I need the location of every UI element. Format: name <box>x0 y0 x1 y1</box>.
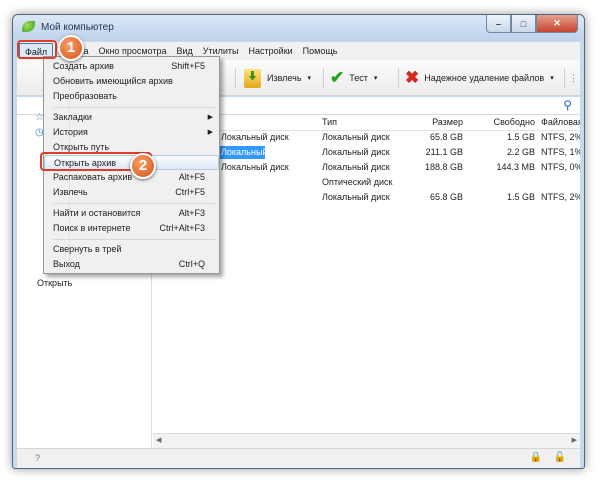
drive-type: Локальный диск <box>322 162 390 172</box>
drive-free: 2.2 GB <box>506 147 535 157</box>
extract-label: Извлечь <box>267 73 302 83</box>
menu-item-minimize-to-tray[interactable]: Свернуть в трей <box>44 242 219 257</box>
step-1-callout: 1 <box>58 35 84 61</box>
drive-size: 188.8 GB <box>424 162 463 172</box>
secure-delete-label: Надежное удаление файлов <box>424 73 545 83</box>
unlock-icon: 🔓 <box>553 452 566 463</box>
search-icon[interactable]: ⚲ <box>563 98 572 112</box>
menu-separator <box>53 203 215 204</box>
menu-item-label: Обновить имеющийся архив <box>53 76 173 86</box>
drive-type: Локальный диск <box>322 147 390 157</box>
menu-item-history[interactable]: ◷ История ▶ <box>35 125 219 140</box>
drive-name: Локальный диск <box>221 147 289 157</box>
menu-item-label: Поиск в интернете <box>53 223 131 233</box>
window-controls: – □ ✕ <box>486 15 578 33</box>
menu-item-shortcut: Ctrl+F5 <box>175 187 205 197</box>
drive-type: Оптический диск <box>322 177 393 187</box>
menu-item-label: Преобразовать <box>53 91 117 101</box>
extract-button[interactable]: Извлечь ▾ <box>244 65 311 91</box>
extract-folder-icon <box>244 68 261 88</box>
tree-item-open[interactable]: Открыть <box>37 278 72 288</box>
maximize-button[interactable]: □ <box>511 15 536 33</box>
submenu-arrow-icon: ▶ <box>207 129 213 136</box>
step-2-callout: 2 <box>130 153 156 179</box>
drive-free: 144.3 MB <box>496 162 535 172</box>
menu-item-label: Распаковать архив <box>53 172 133 182</box>
drive-fs: NTFS, 0% <box>541 162 580 172</box>
menu-item-convert[interactable]: Преобразовать <box>44 89 219 104</box>
toolbar-separator <box>398 68 399 88</box>
drive-free: 1.5 GB <box>506 132 535 142</box>
menu-item-shortcut: Shift+F5 <box>171 61 205 71</box>
help-indicator[interactable]: ? <box>35 453 40 463</box>
test-button[interactable]: ✔ Тест ▾ <box>330 65 377 91</box>
star-icon: ☆ <box>35 112 44 123</box>
drive-free: 1.5 GB <box>506 192 535 202</box>
menu-item-bookmarks[interactable]: ☆ Закладки ▶ <box>35 110 219 125</box>
drive-size: 211.1 GB <box>425 147 463 157</box>
file-menu-highlight-frame <box>17 40 57 59</box>
menu-separator <box>53 107 215 108</box>
secure-delete-button[interactable]: ✖ Надежное удаление файлов ▾ <box>405 65 554 91</box>
menu-item-update-archive[interactable]: Обновить имеющийся архив <box>44 74 219 89</box>
menu-item-label: Извлечь <box>53 187 88 197</box>
menu-item-label: Закладки <box>53 112 92 122</box>
drive-type: Локальный диск <box>322 192 390 202</box>
minimize-button[interactable]: – <box>486 15 511 33</box>
secure-delete-dropdown-icon[interactable]: ▾ <box>550 74 554 82</box>
menu-item-label: Свернуть в трей <box>53 244 122 254</box>
clock-icon: ◷ <box>35 127 44 138</box>
drive-name: Локальный диск <box>221 162 289 172</box>
window-title: Мой компьютер <box>41 22 114 33</box>
menu-item-label: Выход <box>53 259 80 269</box>
menu-item-extract[interactable]: Извлечь Ctrl+F5 <box>44 185 219 200</box>
scroll-right-icon[interactable]: ▶ <box>572 436 577 444</box>
drive-size: 65.8 GB <box>429 192 463 202</box>
delete-x-icon: ✖ <box>405 68 420 87</box>
submenu-arrow-icon: ▶ <box>207 114 213 121</box>
menu-help[interactable]: Помощь <box>298 43 343 59</box>
column-type[interactable]: Тип <box>322 115 337 130</box>
toolbar-separator <box>323 68 324 88</box>
drive-size: 65.8 GB <box>429 132 463 142</box>
app-leaf-icon <box>22 21 35 32</box>
drive-type: Локальный диск <box>322 132 390 142</box>
menu-item-shortcut: Ctrl+Q <box>178 259 205 269</box>
drive-fs: NTFS, 1% <box>541 147 580 157</box>
test-label: Тест <box>349 73 368 83</box>
menu-item-create-archive[interactable]: Создать архив Shift+F5 <box>44 59 219 74</box>
checkmark-icon: ✔ <box>330 68 345 87</box>
column-free[interactable]: Свободно <box>483 115 535 130</box>
toolbar-overflow-icon[interactable]: ⋮ <box>569 65 578 91</box>
title-bar[interactable]: Мой компьютер – □ ✕ <box>13 15 584 41</box>
column-filesystem[interactable]: Файловая <box>541 115 580 130</box>
drive-name: Локальный диск <box>221 132 289 142</box>
toolbar-separator <box>564 68 565 88</box>
extract-dropdown-icon[interactable]: ▾ <box>308 74 312 82</box>
toolbar-separator <box>235 68 236 88</box>
menu-item-shortcut: Alt+F3 <box>178 208 205 218</box>
menu-item-find-and-stop[interactable]: Найти и остановится Alt+F3 <box>44 206 219 221</box>
drive-fs: NTFS, 2% <box>541 192 580 202</box>
menu-item-web-search[interactable]: Поиск в интернете Ctrl+Alt+F3 <box>44 221 219 236</box>
menu-item-label: Найти и остановится <box>53 208 141 218</box>
column-size[interactable]: Размер <box>413 115 463 130</box>
menu-item-label: История <box>53 127 88 137</box>
menu-item-shortcut: Alt+F5 <box>178 172 205 182</box>
status-bar: ? 🔒 🔓 <box>17 448 580 468</box>
horizontal-scrollbar[interactable]: ◀ ▶ <box>153 433 580 448</box>
scroll-left-icon[interactable]: ◀ <box>156 436 161 444</box>
menu-item-label: Создать архив <box>53 61 114 71</box>
menu-item-shortcut: Ctrl+Alt+F3 <box>159 223 205 233</box>
drive-fs: NTFS, 2% <box>541 132 580 142</box>
menu-settings[interactable]: Настройки <box>244 43 298 59</box>
lock-icon: 🔒 <box>529 452 542 463</box>
menu-separator <box>53 239 215 240</box>
close-button[interactable]: ✕ <box>536 15 578 33</box>
menu-item-exit[interactable]: Выход Ctrl+Q <box>44 257 219 272</box>
test-dropdown-icon[interactable]: ▾ <box>374 74 378 82</box>
